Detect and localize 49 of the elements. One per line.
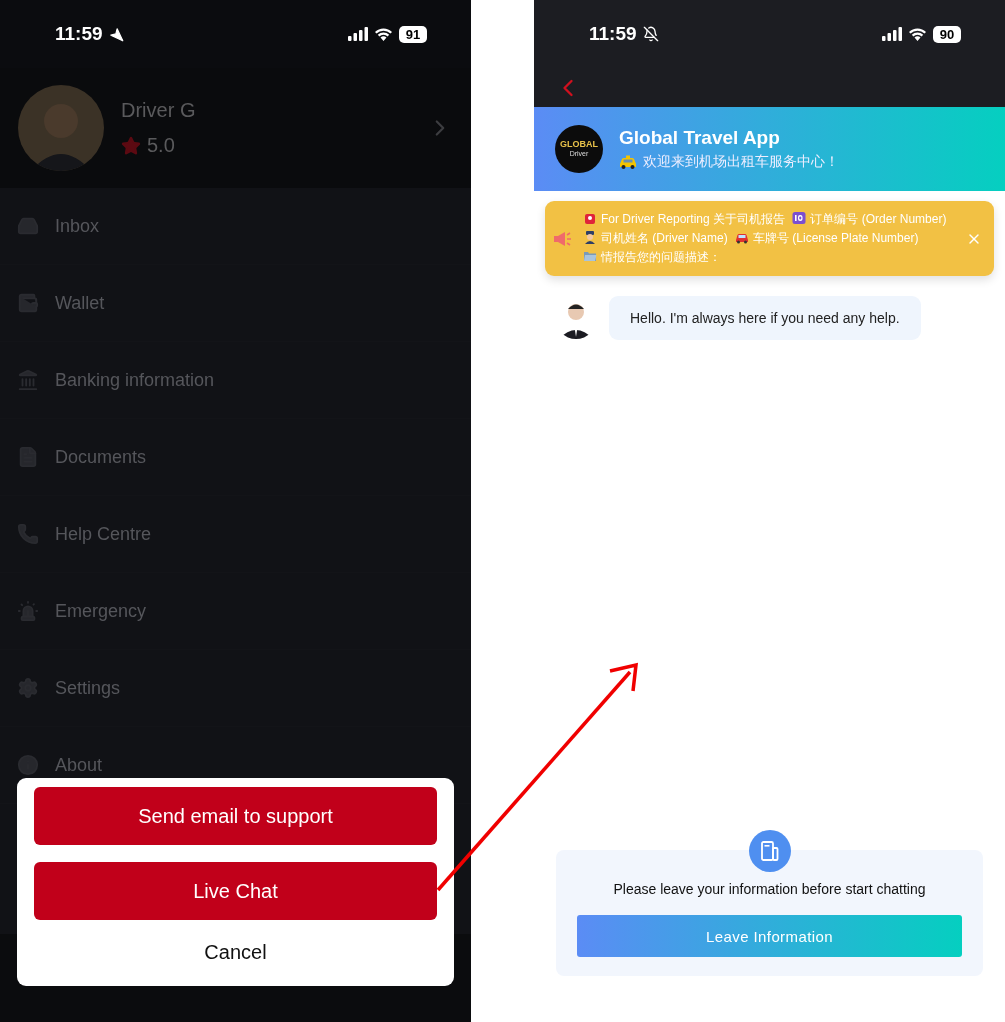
- officer-icon: [583, 230, 597, 244]
- menu-item[interactable]: Help Centre: [55, 523, 152, 545]
- wifi-icon: [908, 27, 927, 41]
- battery-indicator: 91: [399, 25, 427, 43]
- action-button[interactable]: Live Chat: [34, 862, 437, 920]
- notice-text: 情报告您的问题描述：: [601, 250, 721, 264]
- leave-information-button[interactable]: Leave Information: [577, 915, 962, 957]
- folder-icon: [583, 249, 597, 263]
- notice-text: For Driver Reporting 关于司机报告: [601, 212, 786, 226]
- settings-icon: [17, 677, 39, 699]
- location-arrow-icon: [108, 26, 124, 42]
- inbox-icon: [17, 215, 39, 237]
- menu-item[interactable]: Settings: [55, 677, 121, 699]
- bank-icon: [17, 369, 39, 391]
- menu-item[interactable]: Inbox: [55, 215, 100, 237]
- app-title: Global Travel App: [619, 127, 781, 149]
- id-badge-icon: [792, 211, 807, 225]
- siren-icon: [17, 600, 39, 622]
- signal-icon: [882, 27, 902, 41]
- action-button[interactable]: Send email to support: [34, 787, 437, 845]
- status-time: 11:59: [55, 23, 103, 45]
- taxi-icon: [619, 155, 637, 169]
- cancel-button[interactable]: Cancel: [194, 937, 277, 968]
- notice-text: 司机姓名 (Driver Name): [601, 231, 728, 245]
- bell-slash-icon: [642, 26, 659, 42]
- welcome-text: 欢迎来到机场出租车服务中心！: [643, 153, 839, 171]
- star-icon: [121, 135, 141, 156]
- menu-item[interactable]: Banking information: [55, 369, 215, 391]
- info-icon: [17, 754, 39, 776]
- menu-item[interactable]: Documents: [55, 446, 147, 468]
- driver-rating: 5.0: [147, 134, 175, 157]
- chat-message: Hello. I'm always here if you need any help.: [609, 296, 921, 340]
- wifi-icon: [374, 27, 393, 41]
- megaphone-icon: [553, 230, 573, 247]
- siren-icon: [583, 211, 597, 225]
- driver-name: Driver G: [121, 99, 197, 122]
- notice-text: 订单编号 (Order Number): [810, 212, 947, 226]
- battery-indicator: 90: [933, 25, 961, 43]
- info-prompt: Please leave your information before start chatting: [613, 881, 926, 897]
- document-icon: [17, 446, 39, 468]
- menu-item[interactable]: Emergency: [55, 600, 147, 622]
- form-icon: [748, 830, 791, 872]
- signal-icon: [348, 27, 368, 41]
- menu-item[interactable]: Wallet: [55, 292, 105, 314]
- wallet-icon: [17, 292, 39, 314]
- notice-text: 车牌号 (License Plate Number): [753, 231, 919, 245]
- menu-item[interactable]: About: [55, 754, 103, 776]
- phone-icon: [17, 523, 39, 545]
- status-time: 11:59: [589, 23, 637, 45]
